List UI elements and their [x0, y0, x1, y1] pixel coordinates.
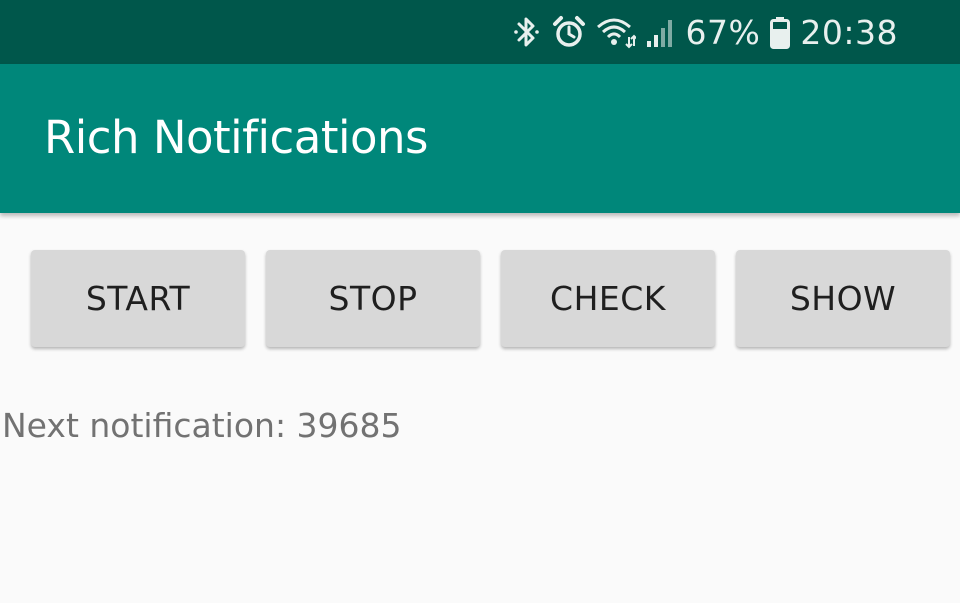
status-time: 20:38 — [800, 12, 898, 52]
stop-button[interactable]: STOP — [266, 250, 480, 347]
wifi-icon — [596, 15, 636, 49]
status-icons: 67% 20:38 — [512, 0, 898, 64]
next-notification-text: Next notification: 39685 — [2, 406, 402, 445]
check-button[interactable]: CHECK — [501, 250, 715, 347]
battery-icon — [770, 15, 791, 49]
app-title: Rich Notifications — [44, 111, 428, 164]
start-button[interactable]: START — [31, 250, 245, 347]
app-bar: Rich Notifications — [0, 64, 960, 213]
cellular-signal-icon — [646, 15, 676, 49]
battery-percent: 67% — [685, 12, 761, 52]
bluetooth-icon — [512, 15, 542, 49]
status-bar: 67% 20:38 — [0, 0, 960, 64]
show-button[interactable]: SHOW — [736, 250, 950, 347]
alarm-icon — [552, 15, 586, 49]
